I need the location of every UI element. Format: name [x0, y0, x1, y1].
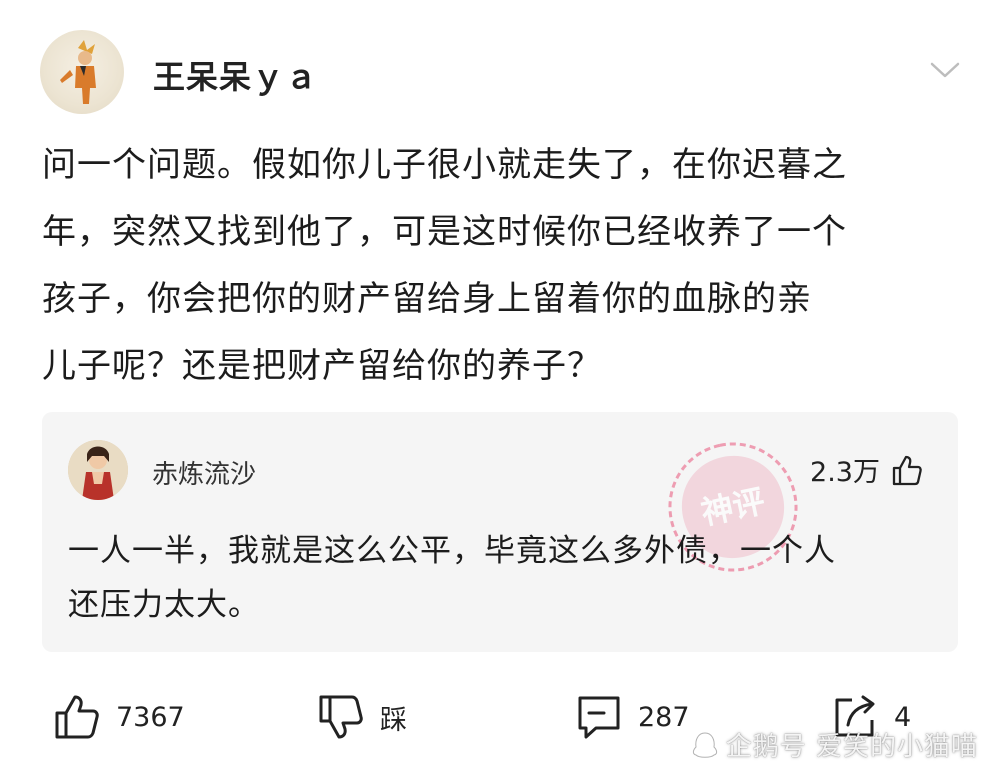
dislike-button[interactable]: 踩	[316, 692, 407, 742]
avatar-figure-icon	[60, 40, 96, 104]
post-line: 年，突然又找到他了，可是这时候你已经收养了一个	[42, 212, 847, 252]
penguin-logo-icon	[692, 731, 717, 758]
post-page: 王呆呆ｙａ 问一个问题。假如你儿子很小就走失了，在你迟暮之 年，突然又找到他了，…	[0, 0, 1000, 784]
commenter-name[interactable]: 赤炼流沙	[152, 454, 256, 491]
commenter-figure-icon	[68, 440, 128, 500]
like-button[interactable]: 7367	[52, 692, 185, 742]
author-avatar[interactable]	[40, 30, 124, 114]
dislike-label: 踩	[380, 704, 407, 736]
comment-button[interactable]: 287	[574, 692, 690, 742]
hot-comment-card[interactable]: 神评 赤炼流沙 2.3万 一人一半，我就是这么公平，毕竟这么多外债，一个人 还压…	[42, 412, 958, 652]
post-line: 问一个问题。假如你儿子很小就走失了，在你迟暮之	[42, 145, 847, 185]
author-name[interactable]: 王呆呆ｙａ	[153, 52, 318, 98]
post-content: 问一个问题。假如你儿子很小就走失了，在你迟暮之 年，突然又找到他了，可是这时候你…	[42, 132, 962, 400]
post-line: 儿子呢？还是把财产留给你的养子？	[42, 346, 602, 386]
chevron-down-icon[interactable]	[928, 58, 962, 82]
post-header: 王呆呆ｙａ	[40, 30, 970, 120]
comment-count: 287	[638, 701, 690, 733]
comment-line: 一人一半，我就是这么公平，毕竟这么多外债，一个人	[68, 533, 836, 569]
watermark-text: 企鹅号 爱笑的小猫喵	[725, 732, 978, 762]
like-count: 7367	[116, 701, 185, 733]
commenter-avatar[interactable]	[68, 440, 128, 500]
thumbs-down-icon	[319, 695, 363, 739]
comment-like-button[interactable]: 2.3万	[810, 450, 924, 489]
comment-line: 还压力太大。	[68, 587, 260, 623]
comment-text: 一人一半，我就是这么公平，毕竟这么多外债，一个人 还压力太大。	[68, 524, 928, 632]
comment-like-count: 2.3万	[810, 457, 880, 488]
watermark: 企鹅号 爱笑的小猫喵	[690, 726, 978, 763]
thumbs-up-icon	[892, 455, 922, 485]
comment-icon	[578, 696, 620, 739]
thumbs-up-icon	[55, 695, 99, 739]
post-line: 孩子，你会把你的财产留给身上留着你的血脉的亲	[42, 279, 812, 319]
